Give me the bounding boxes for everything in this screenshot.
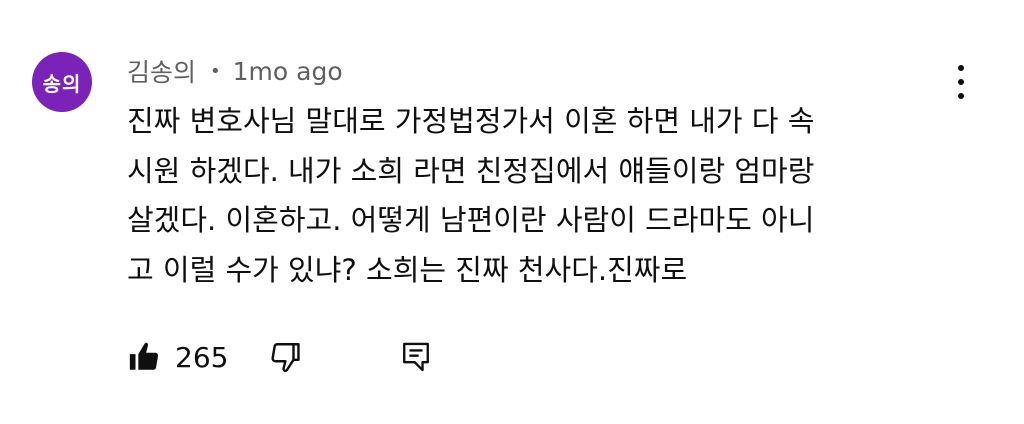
avatar-initials: 송의 xyxy=(42,71,82,96)
thumbs-up-icon xyxy=(129,342,159,370)
like-button[interactable]: 265 xyxy=(127,340,228,374)
dislike-button[interactable] xyxy=(268,340,302,374)
comment-text: 진짜 변호사님 말대로 가정법정가서 이혼 하면 내가 다 속 시원 하겠다. … xyxy=(127,97,957,295)
avatar[interactable]: 송의 xyxy=(32,52,92,112)
reply-button[interactable] xyxy=(400,340,432,374)
like-count: 265 xyxy=(175,340,229,374)
thumbs-down-icon xyxy=(271,343,301,373)
meta-separator: • xyxy=(210,60,221,82)
comment-timestamp[interactable]: 1mo ago xyxy=(233,57,343,86)
comment-line: 시원 하겠다. 내가 소희 라면 친정집에서 얘들이랑 엄마랑 xyxy=(127,153,815,188)
reply-comment-icon xyxy=(403,342,430,372)
more-vertical-icon[interactable] xyxy=(946,62,976,102)
comment-actions: 265 xyxy=(127,340,432,374)
comment-line: 진짜 변호사님 말대로 가정법정가서 이혼 하면 내가 다 속 xyxy=(127,104,815,138)
comment-line: 고 이럴 수가 있냐? 소희는 진짜 천사다.진짜로 xyxy=(127,252,688,287)
comment-line: 살겠다. 이혼하고. 어떻게 남편이란 사람이 드라마도 아니 xyxy=(127,203,815,237)
author-name[interactable]: 김송의 xyxy=(127,53,196,89)
comment-header: 김송의 • 1mo ago xyxy=(127,53,343,89)
